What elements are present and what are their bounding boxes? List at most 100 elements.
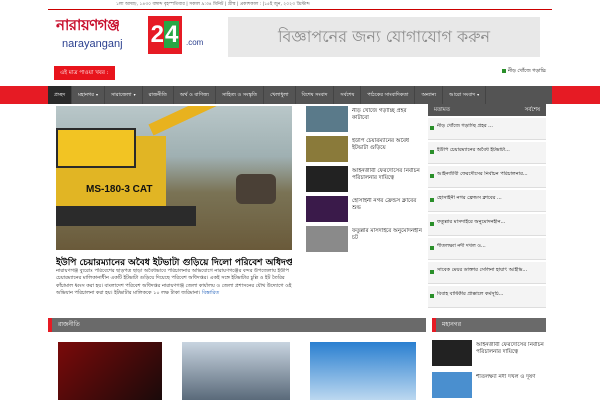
featured-thumbnail[interactable] (306, 106, 348, 132)
sidebar-item-label: ফতুল্লার মাসদাইরে অনুমোদনহীন... (437, 219, 506, 225)
featured-headline[interactable]: আইনজীবী ফেরদৌসের নির্বাচন পরিচালনার দায়… (352, 168, 422, 182)
nav-item-2[interactable]: সারাজেলা ▾ (105, 86, 143, 104)
sidebar-item[interactable]: ফতুল্লার মাসদাইরে অনুমোদনহীন... (428, 214, 546, 236)
city-list-item[interactable]: শীতলক্ষ্যা নদী দখল ও দূষণ (432, 372, 546, 400)
politics-card-image-2[interactable] (182, 342, 290, 400)
tab-opinion[interactable]: মতামত (434, 104, 450, 116)
bullet-icon (430, 150, 434, 154)
nav-item-3[interactable]: রাজনীতি (143, 86, 174, 104)
nav-item-label: খেলাধুলা (270, 92, 289, 98)
sidebar-item[interactable]: ইউপি চেয়ারম্যানের অবৈধ ইটভাটা... (428, 142, 546, 164)
nav-item-11[interactable]: আরো সংবাদ ▾ (443, 86, 487, 104)
nav-item-label: অন্যান্য (421, 92, 437, 98)
bullet-icon (430, 294, 434, 298)
city-list-item[interactable]: আইনজীবী ফেরদৌসের নির্বাচন পরিচালনার দায়… (432, 340, 546, 368)
sidebar-item-label: হোসাইনী নগর ফ্রেন্ডস ক্লাবের ... (437, 195, 502, 201)
bullet-icon (430, 246, 434, 250)
nav-item-label: সর্বশেষ (340, 92, 355, 98)
featured-list-item[interactable]: আইনজীবী ফেরদৌসের নির্বাচন পরিচালনার দায়… (306, 166, 422, 196)
ticker-headline[interactable]: নীড় খোঁজে গড়াচ্চি (501, 68, 546, 76)
sidebar-item-label: ইউপি চেয়ারম্যানের অবৈধ ইটভাটা... (437, 147, 510, 153)
bullet-icon (430, 198, 434, 202)
section-title-politics[interactable]: রাজনীতি (58, 318, 80, 332)
nav-item-10[interactable]: অন্যান্য (415, 86, 444, 104)
featured-thumbnail[interactable] (306, 136, 348, 162)
sidebar-item[interactable]: আইনজীবী ফেরদৌসের নির্বাচন পরিচালনার... (428, 166, 546, 188)
featured-headline[interactable]: ফতুল্লার মাসদাইরে অনুমোদনহীন চট (352, 228, 422, 242)
excavator-arm (148, 106, 236, 136)
site-logo[interactable]: নারায়ণগঞ্জ narayanganj 24 .com (56, 14, 206, 56)
chevron-down-icon: ▾ (477, 92, 480, 97)
featured-list-item[interactable]: হোসাইনী নগর ফ্রেন্ডস ক্লাবের শুভ (306, 196, 422, 226)
excavator-cab (56, 128, 136, 168)
city-headline[interactable]: আইনজীবী ফেরদৌসের নির্বাচন পরিচালনার দায়… (476, 342, 546, 356)
nav-item-6[interactable]: খেলাধুলা (264, 86, 296, 104)
featured-list-item[interactable]: ফতুল্লার মাসদাইরে অনুমোদনহীন চট (306, 226, 422, 256)
tab-latest[interactable]: সর্বশেষ (525, 104, 540, 116)
sidebar-item[interactable]: বিবাহ বার্ষিকীর প্রাক্কালে কর্মসূচি... (428, 286, 546, 308)
featured-thumbnail[interactable] (306, 196, 348, 222)
sidebar-item[interactable]: সাবেক মেয়র ডাক্তার সেলিনা হায়াৎ আইভি..… (428, 262, 546, 284)
nav-item-label: সারাজেলা (110, 92, 132, 98)
nav-item-label: মহানগর (78, 92, 94, 98)
ticker-bullet-icon (501, 68, 506, 73)
sidebar-tabs: মতামত সর্বশেষ (428, 104, 546, 116)
breaking-news-ticker: এই মাত্র পাওয়া খবর : নীড় খোঁজে গড়াচ্চ… (48, 66, 552, 82)
nav-item-8[interactable]: সর্বশেষ (334, 86, 362, 104)
lead-story-image[interactable]: MS-180-3 CAT (56, 106, 292, 250)
ad-banner[interactable]: বিজ্ঞাপনের জন্য যোগাযোগ করুন (228, 17, 540, 57)
nav-item-7[interactable]: বিশেষ সংবাদ (296, 86, 335, 104)
logo-number-badge: 24 (148, 16, 182, 54)
nav-item-5[interactable]: সাহিত্য ও সংস্কৃতি (216, 86, 265, 104)
politics-card-image-1[interactable] (58, 342, 162, 400)
nav-item-4[interactable]: অর্থ ও বাণিজ্য (174, 86, 216, 104)
nav-item-label: রাজনীতি (148, 92, 167, 98)
sidebar-item[interactable]: নীড় খোঁজে গড়াচ্ছি প্রহর ... (428, 118, 546, 140)
nav-item-label: পাঠকের সাংবাদিকতা (367, 92, 409, 98)
logo-sub: narayanganj (62, 38, 123, 50)
featured-thumbnail[interactable] (306, 226, 348, 252)
main-nav: প্রচ্ছদ মহানগর ▾ সারাজেলা ▾ রাজনীতি অর্থ ও বাণ… (48, 86, 552, 104)
section-header-city: মহানগর (432, 318, 546, 332)
city-thumbnail[interactable] (432, 372, 472, 398)
featured-list-item[interactable]: ইউপি চেয়ারম্যানের অবৈধ ইটভাটা গুড়িয়ে (306, 136, 422, 166)
breaking-news-label: এই মাত্র পাওয়া খবর : (54, 66, 115, 80)
lead-story-summary: নারায়ণগঞ্জ ব্যুরোঃ পরিবেশের ছাড়পত্র ছা… (56, 268, 300, 304)
politics-card-image-3[interactable] (310, 342, 416, 400)
featured-headline[interactable]: হোসাইনী নগর ফ্রেন্ডস ক্লাবের শুভ (352, 198, 422, 212)
section-title-city[interactable]: মহানগর (442, 318, 461, 332)
logo-num-a: 2 (150, 21, 164, 48)
sidebar-item[interactable]: শীতলক্ষ্যা নদী দখল ও... (428, 238, 546, 260)
sidebar-item-label: সাবেক মেয়র ডাক্তার সেলিনা হায়াৎ আইভি..… (437, 267, 528, 273)
read-more-link[interactable]: বিস্তারিত (202, 290, 219, 296)
featured-list-item[interactable]: নীড় খোঁজে গড়াচ্ছি প্রহর কাটাবো (306, 106, 422, 136)
sidebar-item[interactable]: হোসাইনী নগর ফ্রেন্ডস ক্লাবের ... (428, 190, 546, 212)
sidebar-item-label: নীড় খোঁজে গড়াচ্ছি প্রহর ... (437, 123, 493, 129)
nav-item-9[interactable]: পাঠকের সাংবাদিকতা (361, 86, 416, 104)
featured-headline[interactable]: ইউপি চেয়ারম্যানের অবৈধ ইটভাটা গুড়িয়ে (352, 138, 422, 152)
nav-item-label: সাহিত্য ও সংস্কৃতি (221, 92, 258, 98)
sidebar-item-label: বিবাহ বার্ষিকীর প্রাক্কালে কর্মসূচি... (437, 291, 504, 297)
featured-headline[interactable]: নীড় খোঁজে গড়াচ্ছি প্রহর কাটাবো (352, 108, 422, 122)
featured-thumbnail[interactable] (306, 166, 348, 192)
nav-item-1[interactable]: মহানগর ▾ (72, 86, 105, 104)
nav-item-0[interactable]: প্রচ্ছদ (48, 86, 73, 104)
excavator-track (56, 206, 196, 226)
bullet-icon (430, 174, 434, 178)
city-headline[interactable]: শীতলক্ষ্যা নদী দখল ও দূষণ (476, 374, 546, 381)
sidebar-item-label: শীতলক্ষ্যা নদী দখল ও... (437, 243, 486, 249)
chevron-down-icon: ▾ (95, 92, 98, 97)
bullet-icon (430, 222, 434, 226)
nav-item-label: বিশেষ সংবাদ (301, 92, 328, 98)
nav-item-label: অর্থ ও বাণিজ্য (179, 92, 209, 98)
main-nav-band: প্রচ্ছদ মহানগর ▾ সারাজেলা ▾ রাজনীতি অর্থ ও বাণ… (0, 86, 600, 104)
nav-item-label: আরো সংবাদ (449, 92, 476, 98)
city-thumbnail[interactable] (432, 340, 472, 366)
workers-group (236, 174, 276, 204)
nav-item-label: প্রচ্ছদ (54, 92, 66, 98)
ticker-headline-text: নীড় খোঁজে গড়াচ্চি (507, 68, 546, 74)
bullet-icon (430, 270, 434, 274)
top-date-bar: ১লা আষাঢ়, ১৪৩০ বঙ্গাব্দ বৃহস্পতিবার | স… (48, 0, 552, 10)
lead-story-body-text: নারায়ণগঞ্জ ব্যুরোঃ পরিবেশের ছাড়পত্র ছা… (56, 268, 292, 296)
logo-num-b: 4 (164, 21, 180, 48)
